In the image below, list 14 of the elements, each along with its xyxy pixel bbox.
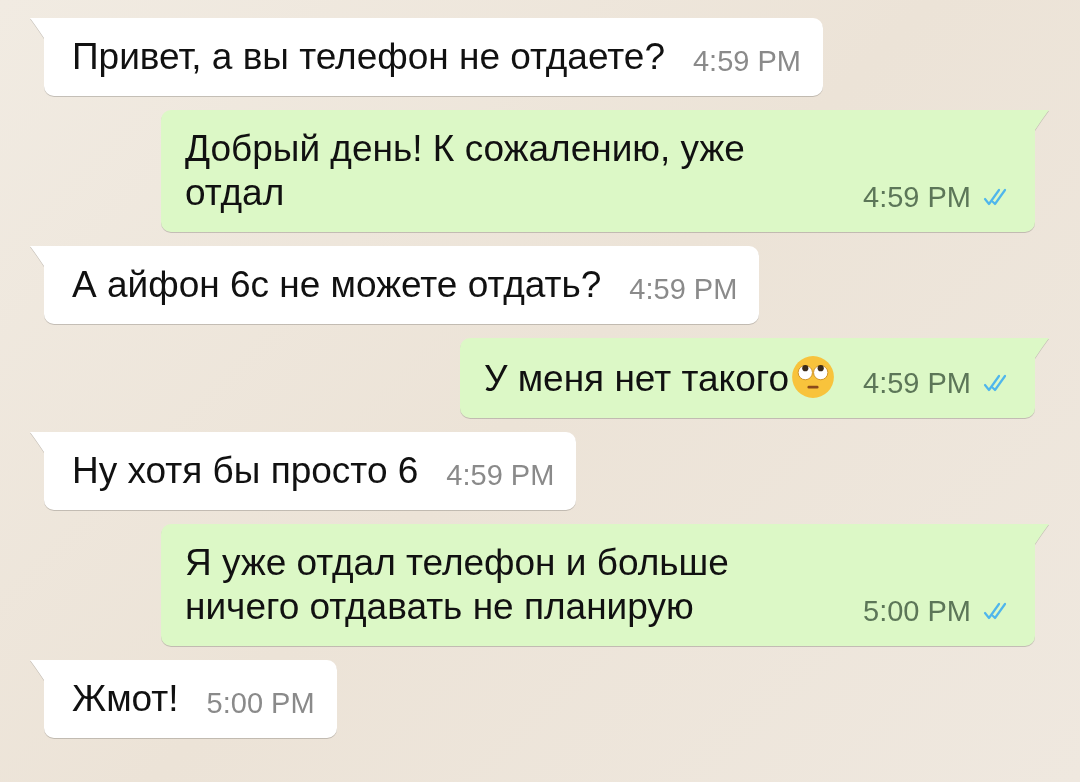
message-time: 4:59 PM: [446, 458, 555, 493]
message-text: Я уже отдал телефон и больше ничего отдавать не планирую: [185, 541, 730, 629]
message-text: Жмот!: [72, 677, 179, 721]
message-time: 5:00 PM: [863, 594, 971, 629]
message-text: А айфон 6с не можете отдать?: [72, 263, 602, 307]
message-time: 5:00 PM: [206, 686, 315, 721]
message-text: Привет, а вы телефон не отдаете?: [72, 35, 665, 79]
message-time: 4:59 PM: [629, 272, 738, 307]
message-text: Добрый день! К сожалению, уже отдал: [185, 127, 746, 215]
message-text: Ну хотя бы просто 6: [72, 449, 419, 493]
message-text: У меня нет такого: [483, 355, 835, 401]
message-time: 4:59 PM: [863, 180, 971, 215]
message-time: 4:59 PM: [863, 366, 971, 401]
message-time: 4:59 PM: [693, 44, 801, 79]
